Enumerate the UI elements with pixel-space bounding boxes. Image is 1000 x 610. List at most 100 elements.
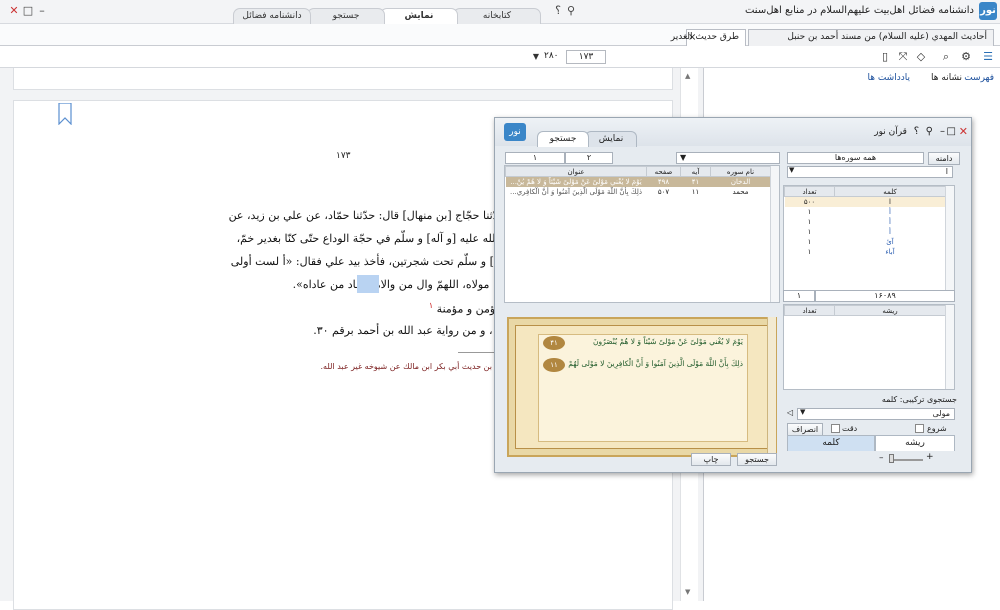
combo-input[interactable]: مولی	[797, 408, 955, 420]
word-row[interactable]: أَ ۱	[785, 217, 946, 227]
close-window-icon[interactable]: ✕	[8, 4, 20, 18]
bottom-tab-root[interactable]: ریشه	[875, 435, 955, 451]
scope-select[interactable]: همه سوره‌ها	[787, 152, 924, 164]
col-surah[interactable]: نام سوره	[710, 166, 771, 177]
word-input[interactable]: ا	[787, 166, 953, 178]
tab-display[interactable]: نمایش	[380, 8, 458, 25]
page-number: ۱۷۳	[336, 151, 351, 161]
result-row[interactable]: الدخان ۴۱ ۴۹۸ يَوْمَ لا يُغْني مَوْلىً ع…	[505, 176, 771, 187]
result-text: يَوْمَ لا يُغْني مَوْلىً عَنْ مَوْلىً شَ…	[510, 177, 642, 186]
start-checkbox[interactable]	[915, 424, 924, 433]
settings-icon[interactable]: ⚙	[958, 49, 974, 65]
result-page: ۴۹۸	[657, 177, 670, 186]
quran-maximize-icon[interactable]: □	[947, 126, 956, 137]
word-scrollbar[interactable]	[945, 186, 954, 296]
count-cell: ۱	[807, 237, 812, 246]
results-page-input[interactable]: ۲	[565, 152, 613, 164]
scroll-down-icon[interactable]: ▼	[685, 588, 690, 596]
word-row[interactable]: آئ ۱	[785, 237, 946, 247]
quran-close-icon[interactable]: ✕	[959, 125, 968, 138]
app-logo-icon: نور	[979, 2, 997, 20]
quran-tab-display[interactable]: نمایش	[585, 131, 637, 147]
index-link[interactable]: فهرست	[964, 73, 994, 83]
col-root-count[interactable]: تعداد	[784, 305, 835, 316]
result-surah: الدخان	[730, 177, 751, 186]
root-table: ریشه تعداد	[783, 304, 955, 390]
bottom-tab-word[interactable]: کلمه	[787, 435, 875, 451]
col-ayah[interactable]: آیه	[680, 166, 711, 177]
quran-tab-search[interactable]: جستجو	[537, 131, 589, 147]
footnote-text: بن حديث أبي بكر ابن مالك عن شيوخه غير عب…	[320, 362, 492, 371]
word-cell: أ	[889, 207, 891, 216]
quran-help-icon[interactable]: ؟	[914, 126, 919, 137]
notes-link[interactable]: یادداشت ها	[868, 73, 911, 83]
search-icon[interactable]: ⌕	[938, 49, 954, 65]
zoom-out-icon[interactable]: –	[879, 453, 884, 463]
col-root[interactable]: ریشه	[834, 305, 946, 316]
root-scrollbar[interactable]	[945, 305, 954, 389]
results-filter-select[interactable]: ▼	[676, 152, 780, 164]
help-icon[interactable]: ؟	[552, 4, 564, 18]
verse-number-1: ۴۱	[543, 336, 565, 350]
search-button[interactable]: جستجو	[737, 453, 777, 466]
fullscreen-icon[interactable]: ⤧	[895, 49, 911, 65]
tab-library[interactable]: کتابخانه	[453, 8, 541, 24]
bookmark-icon[interactable]: ▯	[877, 49, 893, 65]
count-cell: ۱	[807, 227, 812, 236]
doc-tab-mahdi[interactable]: أحاديث المهدي (عليه السلام) من مسند أحمد…	[748, 29, 994, 46]
maximize-icon[interactable]: □	[22, 4, 34, 18]
close-doc-tab-icon[interactable]: ×	[688, 32, 696, 43]
pin-icon[interactable]: ⚲	[565, 4, 577, 18]
col-word[interactable]: کلمه	[834, 186, 946, 197]
print-button[interactable]: چاپ	[691, 453, 731, 466]
quran-minimize-icon[interactable]: –	[940, 126, 945, 137]
col-title[interactable]: عنوان	[505, 166, 647, 177]
tab-search[interactable]: جستجو	[307, 8, 385, 24]
word-row[interactable]: ا ۵۰۰	[784, 196, 946, 207]
start-label: شروع	[927, 424, 947, 433]
list-icon[interactable]: ☰	[980, 49, 996, 65]
toolbar: ☰ ⚙ ⌕ ◇ ⤧ ▯ ▲ ۱۷۳ ۲۸۰ ▼	[0, 46, 1000, 68]
quran-window-titlebar: نور قرآن نور ؟ ⚲ – □ ✕ نمایش جستجو	[495, 118, 971, 147]
verse-inner: ۴۱ يَوْمَ لا يُغْني مَوْلىً عَنْ مَوْلىً…	[538, 334, 748, 442]
results-scrollbar[interactable]	[770, 166, 779, 302]
word-cell: آباء	[885, 247, 895, 256]
col-page[interactable]: صفحه	[646, 166, 681, 177]
footnote-ref[interactable]: ۱	[429, 301, 433, 310]
exact-label: دقت	[842, 424, 858, 433]
page-total: ۲۸۰	[544, 51, 559, 61]
verse-number-2: ۱۱	[543, 358, 565, 372]
count-cell: ۱	[807, 247, 812, 256]
word-table: کلمه تعداد ا ۵۰۰ أ۱ أَ ۱ أ۱ آئ ۱ آباء ۱	[783, 185, 955, 297]
search-highlight	[357, 275, 379, 293]
word-cell: ا	[889, 197, 891, 206]
word-dropdown-icon[interactable]: ▼	[789, 166, 794, 174]
scroll-up-icon[interactable]: ▲	[685, 72, 690, 80]
combo-dropdown-icon[interactable]: ▼	[800, 408, 805, 416]
word-row[interactable]: أ۱	[785, 227, 946, 237]
quran-pin-icon[interactable]: ⚲	[926, 126, 933, 137]
eraser-icon[interactable]: ◇	[913, 49, 929, 65]
zoom-slider[interactable]	[891, 459, 923, 461]
zoom-thumb[interactable]	[889, 454, 894, 463]
page-bookmark-icon[interactable]	[58, 103, 72, 125]
zoom-in-icon[interactable]: +	[926, 452, 934, 462]
page-number-input[interactable]: ۱۷۳	[566, 50, 606, 64]
tab-encyclopedia[interactable]: دانشنامه فضائل	[233, 8, 311, 24]
verse-scrollbar[interactable]	[767, 317, 776, 457]
minimize-icon[interactable]: –	[36, 4, 48, 18]
page-down-icon[interactable]: ▼	[528, 49, 544, 65]
result-row[interactable]: محمد ۱۱ ۵۰۷ ذلِكَ بِأَنَّ اللَّهَ مَوْلَ…	[506, 187, 771, 197]
verse-frame: ۴۱ يَوْمَ لا يُغْني مَوْلىً عَنْ مَوْلىً…	[515, 325, 769, 449]
scope-button[interactable]: دامنه	[928, 152, 960, 165]
word-row[interactable]: آباء ۱	[785, 247, 946, 257]
col-count[interactable]: تعداد	[784, 186, 835, 197]
combo-arrow-icon[interactable]: ◁	[787, 408, 793, 417]
verse-panel: ۴۱ يَوْمَ لا يُغْني مَوْلىً عَنْ مَوْلىً…	[507, 317, 777, 457]
word-row[interactable]: أ۱	[785, 207, 946, 217]
results-table: نام سوره آیه صفحه عنوان الدخان ۴۱ ۴۹۸ يَ…	[504, 165, 780, 303]
bookmarks-link[interactable]: نشانه ها	[931, 73, 962, 83]
exact-checkbox[interactable]	[831, 424, 840, 433]
word-total: ۱۶۰۸۹	[815, 290, 955, 302]
quran-window: نور قرآن نور ؟ ⚲ – □ ✕ نمایش جستجو دامنه…	[494, 117, 972, 473]
